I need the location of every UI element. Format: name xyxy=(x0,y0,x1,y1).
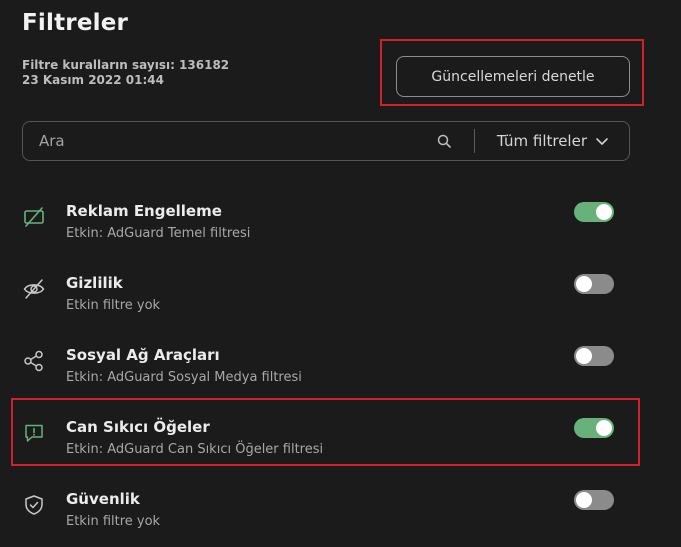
ad-block-icon xyxy=(22,205,46,229)
toggle-knob xyxy=(596,204,612,220)
filter-meta: Filtre kuralların sayısı: 136182 23 Kası… xyxy=(22,58,229,88)
check-updates-button[interactable]: Güncellemeleri denetle xyxy=(396,56,630,97)
filter-row-ad-blocking[interactable]: Reklam Engelleme Etkin: AdGuard Temel fi… xyxy=(0,199,681,259)
rule-count-text: Filtre kuralların sayısı: 136182 xyxy=(22,58,230,72)
toggle-knob xyxy=(576,492,592,508)
filter-row-subtitle: Etkin filtre yok xyxy=(66,298,161,313)
last-update-date: 23 Kasım 2022 01:44 xyxy=(22,73,164,87)
filter-type-select-label: Tüm filtreler xyxy=(496,132,587,150)
filter-type-select[interactable]: Tüm filtreler xyxy=(475,122,629,160)
search-bar: Tüm filtreler xyxy=(22,121,630,161)
search-input[interactable] xyxy=(23,121,436,161)
filter-row-security[interactable]: Güvenlik Etkin filtre yok xyxy=(0,487,681,547)
page-title: Filtreler xyxy=(22,10,129,36)
filter-row-subtitle: Etkin: AdGuard Temel filtresi xyxy=(66,226,251,241)
filter-row-title: Sosyal Ağ Araçları xyxy=(66,346,220,364)
filter-row-subtitle: Etkin: AdGuard Sosyal Medya filtresi xyxy=(66,370,302,385)
share-icon xyxy=(22,349,46,373)
eye-off-icon xyxy=(22,277,46,301)
filter-row-title: Güvenlik xyxy=(66,490,140,508)
ad-blocking-toggle[interactable] xyxy=(574,202,614,222)
shield-icon xyxy=(22,493,46,517)
filter-row-subtitle: Etkin filtre yok xyxy=(66,514,161,529)
chevron-down-icon xyxy=(595,134,609,148)
filter-row-social[interactable]: Sosyal Ağ Araçları Etkin: AdGuard Sosyal… xyxy=(0,343,681,403)
filter-row-privacy[interactable]: Gizlilik Etkin filtre yok xyxy=(0,271,681,331)
filter-row-title: Reklam Engelleme xyxy=(66,202,222,220)
social-toggle[interactable] xyxy=(574,346,614,366)
security-toggle[interactable] xyxy=(574,490,614,510)
toggle-knob xyxy=(576,348,592,364)
annoyances-row-highlight xyxy=(11,398,640,466)
privacy-toggle[interactable] xyxy=(574,274,614,294)
search-icon[interactable] xyxy=(436,133,452,149)
toggle-knob xyxy=(576,276,592,292)
filter-row-title: Gizlilik xyxy=(66,274,123,292)
